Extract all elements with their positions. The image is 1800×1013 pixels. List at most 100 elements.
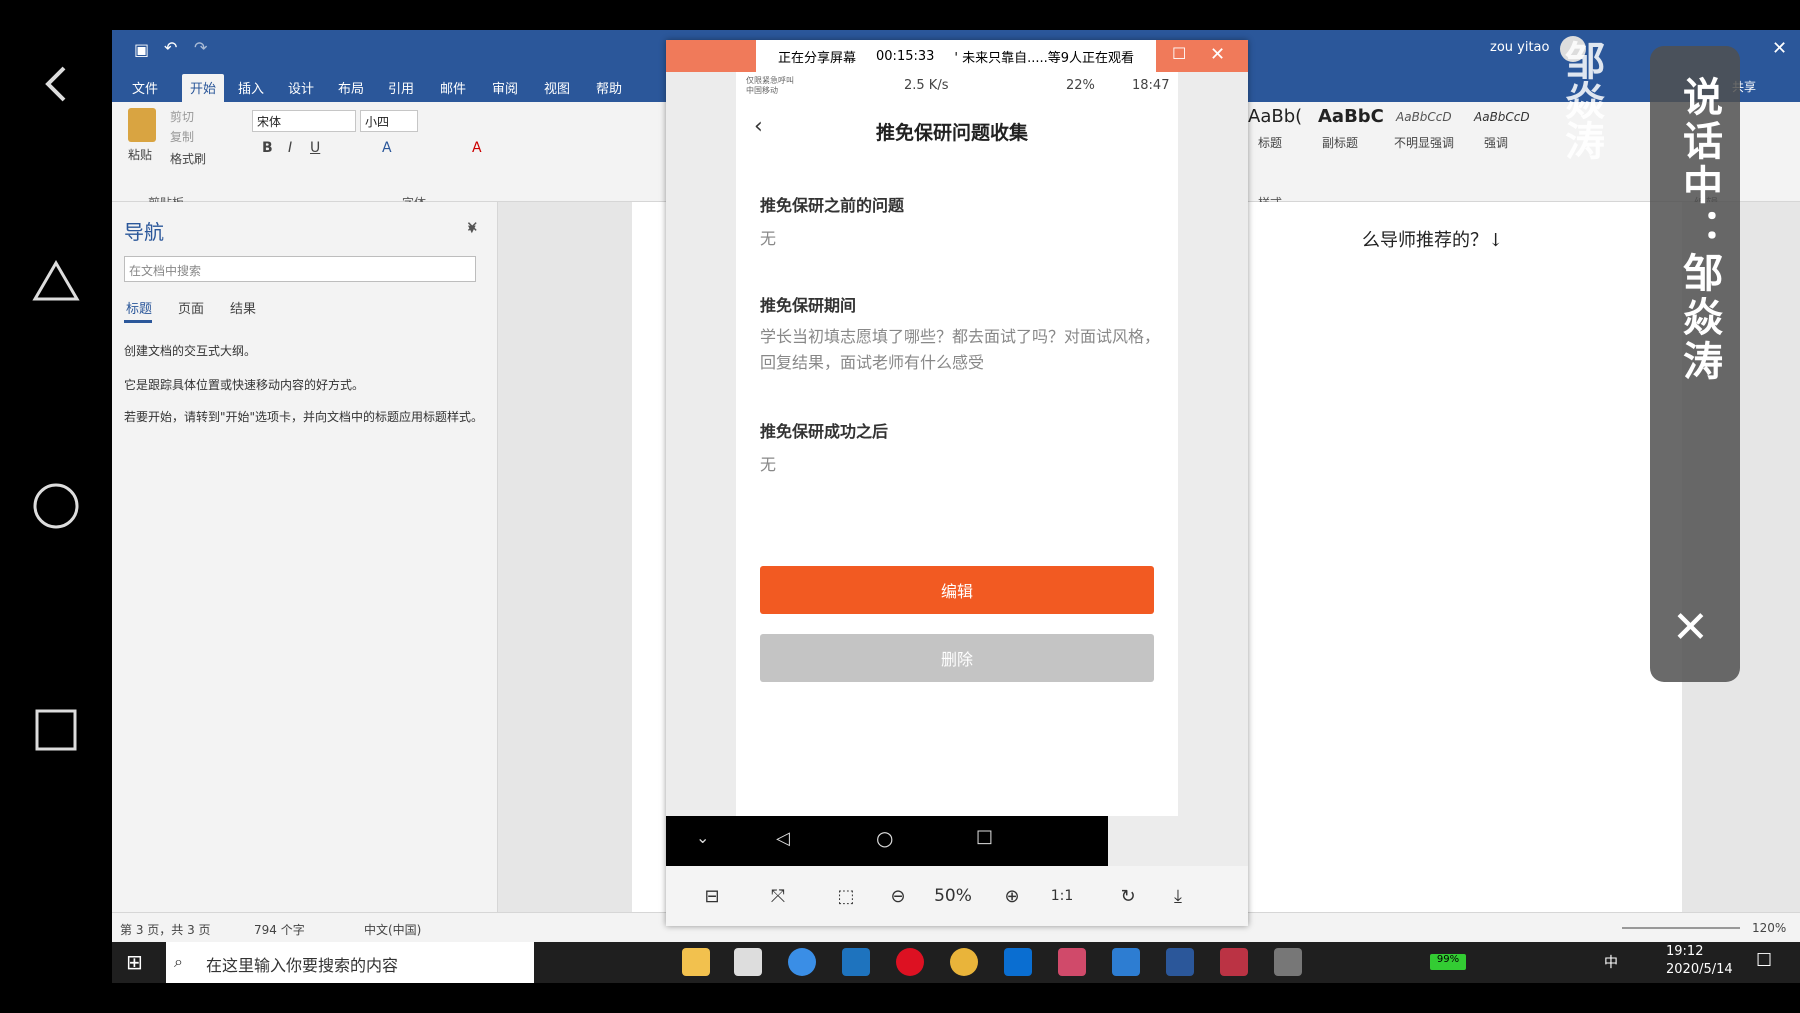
phone-status-bar: 仅限紧急呼叫 中国移动 2.5 K/s 22% 18:47 xyxy=(736,72,1178,100)
redo-icon[interactable]: ↷ xyxy=(194,38,207,57)
ime-indicator[interactable]: 中 xyxy=(1604,952,1618,972)
tab-home[interactable]: 开始 xyxy=(182,74,225,103)
crop-icon[interactable]: ⬚ xyxy=(830,880,862,912)
nav-help-text-2: 它是跟踪具体位置或快速移动内容的好方式。 xyxy=(124,378,365,392)
nav-tab-headings[interactable]: 标题 xyxy=(126,298,152,317)
nav-close-icon[interactable]: ✕ xyxy=(466,218,479,236)
tab-insert[interactable]: 插入 xyxy=(232,76,270,99)
app-icon[interactable] xyxy=(1220,948,1248,976)
audio-app-icon[interactable] xyxy=(1058,948,1086,976)
font-size-select[interactable]: 小四 xyxy=(360,110,418,132)
delete-button[interactable]: 删除 xyxy=(760,634,1154,682)
section-title-during: 推免保研期间 xyxy=(760,296,857,315)
net-speed: 2.5 K/s xyxy=(904,78,949,93)
back-icon[interactable] xyxy=(20,48,92,120)
square-icon[interactable] xyxy=(20,694,92,766)
clock-app-icon[interactable] xyxy=(788,948,816,976)
font-name-select[interactable]: 宋体 xyxy=(252,110,356,132)
bold-button[interactable]: B xyxy=(262,140,273,156)
rotate-icon[interactable]: ↻ xyxy=(1112,880,1144,912)
navigation-pane: 导航 ▼ ✕ 在文档中搜索 标题 页面 结果 创建文档的交互式大纲。 它是跟踪具… xyxy=(112,202,498,922)
mirror-zoom-level: 50% xyxy=(934,886,972,906)
music-app-icon[interactable] xyxy=(896,948,924,976)
tab-help[interactable]: 帮助 xyxy=(590,76,628,99)
style-heading[interactable]: AaBb( xyxy=(1248,106,1302,127)
circle-icon[interactable] xyxy=(20,470,92,542)
tab-layout[interactable]: 布局 xyxy=(332,76,370,99)
zoom-out-icon[interactable]: ⊖ xyxy=(882,880,914,912)
phone-recents-icon[interactable]: □ xyxy=(976,826,993,847)
style-subtitle[interactable]: AaBbC xyxy=(1318,106,1384,127)
word-icon[interactable] xyxy=(1166,948,1194,976)
zoom-level[interactable]: 120% xyxy=(1752,921,1786,935)
share-timer: 00:15:33 xyxy=(876,48,935,64)
actual-size-icon[interactable]: 1:1 xyxy=(1046,880,1078,912)
edit-button[interactable]: 编辑 xyxy=(760,566,1154,614)
tab-review[interactable]: 审阅 xyxy=(486,76,524,99)
style-heading-label: 标题 xyxy=(1258,136,1283,150)
tab-file[interactable]: 文件 xyxy=(126,76,164,99)
edge-icon[interactable] xyxy=(1004,948,1032,976)
desktop-screen: ▣ ↶ ↷ zou yitao ✕ 文件 开始 插入 设计 布局 引用 邮件 审… xyxy=(112,30,1800,983)
style-subtle-emphasis-label: 不明显强调 xyxy=(1394,136,1455,150)
chrome-icon[interactable] xyxy=(950,948,978,976)
clock-date[interactable]: 2020/5/14 xyxy=(1666,962,1733,977)
back-icon[interactable]: ‹ xyxy=(754,114,763,139)
download-icon[interactable]: ⤓ xyxy=(1162,880,1194,912)
undo-icon[interactable]: ↶ xyxy=(164,38,177,57)
speaking-label: 说话中：邹焱涛 xyxy=(1676,76,1722,384)
word-count[interactable]: 794 个字 xyxy=(254,921,305,938)
style-emphasis[interactable]: AaBbCcD xyxy=(1474,110,1530,124)
close-icon[interactable]: ✕ xyxy=(1210,44,1225,65)
tab-references[interactable]: 引用 xyxy=(382,76,420,99)
mail-icon[interactable] xyxy=(842,948,870,976)
clock-time[interactable]: 19:12 xyxy=(1666,944,1703,959)
maximize-icon[interactable]: ☐ xyxy=(1172,44,1186,63)
font-color-button[interactable]: A xyxy=(472,140,482,156)
phone-home-icon[interactable]: ○ xyxy=(876,826,893,850)
page-count[interactable]: 第 3 页，共 3 页 xyxy=(120,921,211,938)
close-icon[interactable]: ✕ xyxy=(1772,38,1787,59)
nav-tab-pages[interactable]: 页面 xyxy=(178,298,204,317)
language[interactable]: 中文(中国) xyxy=(364,921,421,938)
section-title-before: 推免保研之前的问题 xyxy=(760,196,905,215)
close-icon[interactable]: ✕ xyxy=(1672,602,1709,653)
speaker-name-overlay: 邹焱涛 xyxy=(1558,40,1604,160)
tab-design[interactable]: 设计 xyxy=(282,76,320,99)
ie-icon[interactable] xyxy=(1112,948,1140,976)
copy-button[interactable]: 复制 xyxy=(170,128,194,145)
section-body-after: 无 xyxy=(760,455,777,474)
phone-back-icon[interactable]: ◁ xyxy=(776,828,790,849)
triangle-icon[interactable] xyxy=(20,245,92,317)
nav-search-input[interactable]: 在文档中搜索 xyxy=(124,256,476,282)
nav-title: 导航 xyxy=(124,220,164,244)
zoom-in-icon[interactable]: ⊕ xyxy=(996,880,1028,912)
phone-nav-bar: ⌄ ◁ ○ □ xyxy=(666,816,1108,866)
cut-button[interactable]: 剪切 xyxy=(170,108,194,125)
section-title-after: 推免保研成功之后 xyxy=(760,422,889,441)
underline-button[interactable]: U xyxy=(310,140,320,156)
nav-tab-results[interactable]: 结果 xyxy=(230,298,256,317)
format-painter-button[interactable]: 格式刷 xyxy=(170,150,206,167)
zoom-slider[interactable] xyxy=(1622,927,1740,929)
chevron-down-icon[interactable]: ⌄ xyxy=(696,828,709,847)
fit-screen-icon[interactable]: ⤧ xyxy=(762,880,794,912)
tab-view[interactable]: 视图 xyxy=(538,76,576,99)
layout-icon[interactable]: ⊟ xyxy=(696,880,728,912)
taskbar-search-input[interactable]: 在这里输入你要搜索的内容 xyxy=(166,942,534,983)
style-subtle-emphasis[interactable]: AaBbCcD xyxy=(1396,110,1452,124)
app-icon-2[interactable] xyxy=(1274,948,1302,976)
phone-screen: 仅限紧急呼叫 中国移动 2.5 K/s 22% 18:47 ‹ 推免保研问题收集… xyxy=(736,72,1178,816)
save-icon[interactable]: ▣ xyxy=(134,40,149,59)
paste-icon[interactable] xyxy=(128,108,156,142)
sharing-label: 正在分享屏幕 xyxy=(778,50,857,66)
tab-mailings[interactable]: 邮件 xyxy=(434,76,472,99)
windows-start-icon[interactable]: ⊞ xyxy=(126,950,143,974)
store-icon[interactable] xyxy=(734,948,762,976)
file-explorer-icon[interactable] xyxy=(682,948,710,976)
paste-label: 粘贴 xyxy=(128,148,153,162)
text-effects-button[interactable]: A xyxy=(382,140,392,156)
battery-indicator[interactable]: 99% xyxy=(1430,954,1466,970)
italic-button[interactable]: I xyxy=(288,140,292,156)
notification-icon[interactable]: ☐ xyxy=(1756,950,1772,971)
